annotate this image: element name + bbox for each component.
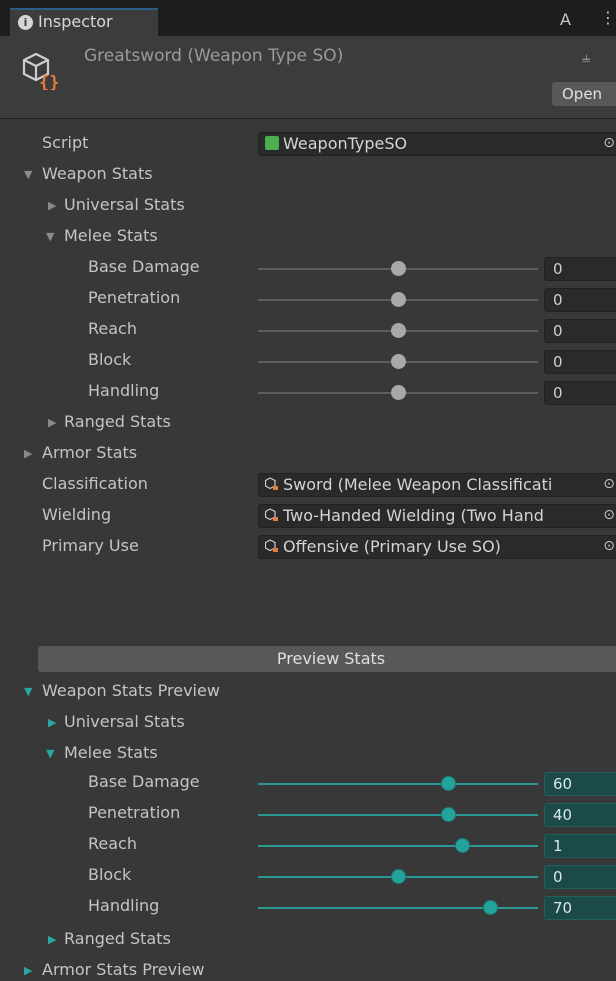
tab-bar: i Inspector 𝖠 ⋮: [0, 0, 616, 36]
stat-label: Reach: [88, 834, 137, 853]
stat-value-field[interactable]: 40: [544, 803, 616, 827]
scriptable-object-icon: [265, 477, 278, 490]
foldout-expanded-icon[interactable]: ▼: [24, 168, 32, 181]
script-field[interactable]: WeaponTypeSO ⊙: [258, 132, 616, 156]
slider-handle[interactable]: [391, 354, 406, 369]
stat-label: Handling: [88, 381, 160, 400]
melee-stats-foldout[interactable]: Melee Stats: [64, 226, 158, 245]
asset-title: Greatsword (Weapon Type SO): [84, 46, 344, 66]
slider-handle[interactable]: [441, 807, 457, 822]
foldout-collapsed-icon[interactable]: ▶: [48, 416, 56, 429]
scriptable-object-icon: [265, 508, 278, 521]
foldout-collapsed-icon[interactable]: ▶: [24, 964, 32, 977]
svg-text:{}: {}: [39, 73, 59, 90]
wielding-field[interactable]: Two-Handed Wielding (Two Hand ⊙: [258, 504, 616, 528]
more-options-icon[interactable]: ⋮: [600, 8, 616, 27]
inspector-header: {} Greatsword (Weapon Type SO) ⫨ Open: [0, 36, 616, 119]
scriptable-object-icon: [265, 539, 278, 552]
script-label: Script: [42, 133, 89, 152]
script-field-value: WeaponTypeSO: [283, 134, 408, 153]
slider-handle[interactable]: [391, 869, 406, 884]
wielding-label: Wielding: [42, 505, 112, 524]
stat-value-field[interactable]: 0: [544, 319, 616, 343]
object-picker-icon[interactable]: ⊙: [601, 476, 615, 492]
weapon-stats-preview-foldout[interactable]: Weapon Stats Preview: [42, 681, 220, 700]
preset-settings-icon[interactable]: ⫨: [582, 48, 590, 66]
melee-stats-preview-foldout[interactable]: Melee Stats: [64, 743, 158, 762]
slider-handle[interactable]: [391, 323, 406, 338]
slider-track[interactable]: [258, 814, 538, 816]
slider-handle[interactable]: [483, 900, 499, 915]
weapon-stats-foldout[interactable]: Weapon Stats: [42, 164, 153, 183]
object-picker-icon[interactable]: ⊙: [601, 538, 615, 554]
stat-value-field[interactable]: 0: [544, 350, 616, 374]
classification-label: Classification: [42, 474, 148, 493]
stat-label: Penetration: [88, 288, 181, 307]
stat-label: Base Damage: [88, 772, 200, 791]
foldout-expanded-icon[interactable]: ▼: [46, 230, 54, 243]
ranged-stats-foldout[interactable]: Ranged Stats: [64, 412, 171, 431]
stat-value-field[interactable]: 0: [544, 257, 616, 281]
stat-label: Handling: [88, 896, 160, 915]
stat-label: Reach: [88, 319, 137, 338]
tab-label: Inspector: [38, 12, 113, 31]
stat-value-field[interactable]: 60: [544, 772, 616, 796]
scriptable-object-icon: {}: [22, 52, 59, 90]
slider-track[interactable]: [258, 783, 538, 785]
foldout-collapsed-icon[interactable]: ▶: [48, 199, 56, 212]
slider-handle[interactable]: [391, 261, 406, 276]
stat-label: Block: [88, 350, 132, 369]
armor-stats-foldout[interactable]: Armor Stats: [42, 443, 137, 462]
tab-inspector[interactable]: i Inspector: [10, 8, 158, 36]
lock-icon[interactable]: 𝖠: [560, 10, 571, 29]
object-picker-icon[interactable]: ⊙: [601, 507, 615, 523]
stat-label: Block: [88, 865, 132, 884]
open-button[interactable]: Open: [552, 82, 616, 106]
stat-value-field[interactable]: 70: [544, 896, 616, 920]
foldout-collapsed-icon[interactable]: ▶: [48, 933, 56, 946]
foldout-expanded-icon[interactable]: ▼: [24, 685, 32, 698]
classification-field[interactable]: Sword (Melee Weapon Classificati ⊙: [258, 473, 616, 497]
classification-value: Sword (Melee Weapon Classificati: [283, 475, 553, 494]
primary-use-field[interactable]: Offensive (Primary Use SO) ⊙: [258, 535, 616, 559]
info-icon: i: [18, 15, 33, 30]
armor-stats-preview-foldout[interactable]: Armor Stats Preview: [42, 960, 205, 979]
stat-value-field[interactable]: 0: [544, 288, 616, 312]
slider-handle[interactable]: [441, 776, 457, 791]
foldout-expanded-icon[interactable]: ▼: [46, 747, 54, 760]
script-file-icon: [265, 136, 279, 150]
stat-label: Base Damage: [88, 257, 200, 276]
stat-value-field[interactable]: 0: [544, 381, 616, 405]
universal-stats-preview-foldout[interactable]: Universal Stats: [64, 712, 185, 731]
object-picker-icon[interactable]: ⊙: [601, 135, 615, 151]
stat-value-field[interactable]: 1: [544, 834, 616, 858]
slider-handle[interactable]: [391, 292, 406, 307]
stat-value-field[interactable]: 0: [544, 865, 616, 889]
foldout-collapsed-icon[interactable]: ▶: [48, 716, 56, 729]
slider-handle[interactable]: [455, 838, 471, 853]
universal-stats-foldout[interactable]: Universal Stats: [64, 195, 185, 214]
wielding-value: Two-Handed Wielding (Two Hand: [283, 506, 544, 525]
ranged-stats-preview-foldout[interactable]: Ranged Stats: [64, 929, 171, 948]
slider-track[interactable]: [258, 845, 538, 847]
stat-label: Penetration: [88, 803, 181, 822]
preview-stats-button[interactable]: Preview Stats: [38, 646, 616, 672]
primary-use-value: Offensive (Primary Use SO): [283, 537, 501, 556]
slider-handle[interactable]: [391, 385, 406, 400]
primary-use-label: Primary Use: [42, 536, 139, 555]
foldout-collapsed-icon[interactable]: ▶: [24, 447, 32, 460]
